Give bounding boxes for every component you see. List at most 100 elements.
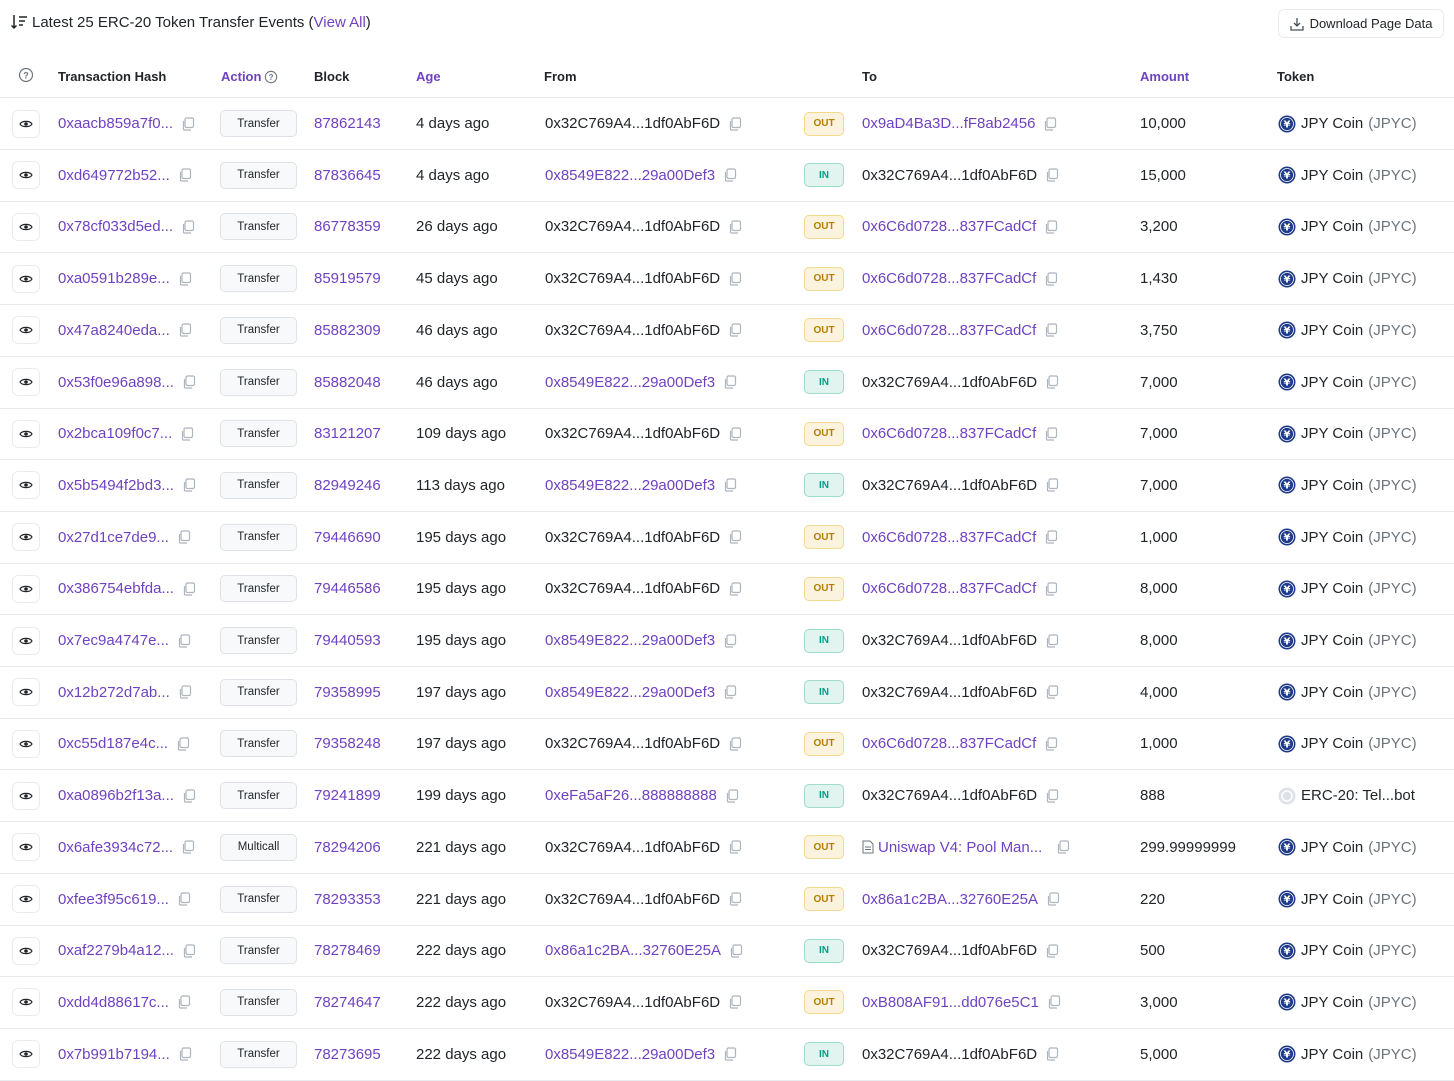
- copy-icon[interactable]: [728, 840, 742, 854]
- view-all-link[interactable]: View All: [314, 14, 366, 31]
- to-address-link[interactable]: 0x9aD4Ba3D...fF8ab2456: [862, 115, 1035, 132]
- copy-icon[interactable]: [723, 1047, 737, 1061]
- block-link[interactable]: 83121207: [314, 425, 381, 442]
- copy-icon[interactable]: [178, 271, 192, 286]
- view-details-button[interactable]: [12, 936, 40, 965]
- copy-icon[interactable]: [723, 168, 737, 182]
- copy-icon[interactable]: [181, 220, 195, 234]
- token-name[interactable]: JPY Coin: [1301, 529, 1363, 546]
- to-address-link[interactable]: 0x6C6d0728...837FCadCf: [862, 322, 1036, 339]
- from-address-link[interactable]: 0x8549E822...29a00Def3: [545, 167, 715, 184]
- token-name[interactable]: JPY Coin: [1301, 322, 1363, 339]
- to-address-link[interactable]: 0x6C6d0728...837FCadCf: [862, 270, 1036, 287]
- token-name[interactable]: JPY Coin: [1301, 891, 1363, 908]
- block-link[interactable]: 78278469: [314, 942, 381, 959]
- tx-hash-link[interactable]: 0xd649772b52...: [58, 167, 170, 184]
- tx-hash-link[interactable]: 0x5b5494f2bd3...: [58, 477, 174, 494]
- copy-icon[interactable]: [178, 1047, 192, 1061]
- copy-icon[interactable]: [728, 220, 742, 234]
- from-address-link[interactable]: 0x8549E822...29a00Def3: [545, 684, 715, 701]
- block-link[interactable]: 85882048: [314, 374, 381, 391]
- token-name[interactable]: JPY Coin: [1301, 684, 1363, 701]
- help-circle-icon[interactable]: ?: [18, 67, 34, 83]
- token-cell[interactable]: ¥ JPY Coin (JPYC): [1278, 460, 1417, 511]
- from-address-link[interactable]: 0x8549E822...29a00Def3: [545, 374, 715, 391]
- token-name[interactable]: JPY Coin: [1301, 218, 1363, 235]
- from-address-link[interactable]: 0x8549E822...29a00Def3: [545, 1046, 715, 1063]
- token-name[interactable]: JPY Coin: [1301, 425, 1363, 442]
- block-link[interactable]: 78273695: [314, 1046, 381, 1063]
- copy-icon[interactable]: [728, 892, 742, 906]
- tx-hash-link[interactable]: 0x12b272d7ab...: [58, 684, 170, 701]
- copy-icon[interactable]: [723, 685, 737, 699]
- token-name[interactable]: JPY Coin: [1301, 270, 1363, 287]
- to-address-link[interactable]: 0x6C6d0728...837FCadCf: [862, 425, 1036, 442]
- copy-icon[interactable]: [1044, 220, 1058, 234]
- token-name[interactable]: JPY Coin: [1301, 632, 1363, 649]
- copy-icon[interactable]: [1045, 633, 1059, 648]
- to-address-link[interactable]: 0x6C6d0728...837FCadCf: [862, 735, 1036, 752]
- token-cell[interactable]: ¥ JPY Coin (JPYC): [1278, 1029, 1417, 1080]
- token-name[interactable]: JPY Coin: [1301, 115, 1363, 132]
- token-cell[interactable]: ¥ JPY Coin (JPYC): [1278, 408, 1417, 459]
- from-address-link[interactable]: 0x8549E822...29a00Def3: [545, 477, 715, 494]
- view-details-button[interactable]: [12, 212, 40, 241]
- view-details-button[interactable]: [12, 523, 40, 552]
- token-name[interactable]: JPY Coin: [1301, 942, 1363, 959]
- token-name[interactable]: JPY Coin: [1301, 477, 1363, 494]
- copy-icon[interactable]: [728, 323, 742, 337]
- copy-icon[interactable]: [182, 478, 196, 492]
- copy-icon[interactable]: [723, 375, 737, 389]
- block-link[interactable]: 87836645: [314, 167, 381, 184]
- tx-hash-link[interactable]: 0x6afe3934c72...: [58, 839, 173, 856]
- to-address-link[interactable]: Uniswap V4: Pool Man...: [878, 839, 1042, 856]
- from-address-link[interactable]: 0xeFa5aF26...888888888: [545, 787, 717, 804]
- copy-icon[interactable]: [1045, 788, 1059, 803]
- copy-icon[interactable]: [1047, 995, 1061, 1009]
- tx-hash-link[interactable]: 0x2bca109f0c7...: [58, 425, 172, 442]
- token-name[interactable]: JPY Coin: [1301, 580, 1363, 597]
- copy-icon[interactable]: [1044, 582, 1058, 596]
- tx-hash-link[interactable]: 0x78cf033d5ed...: [58, 218, 173, 235]
- to-address-link[interactable]: 0x86a1c2BA...32760E25A: [862, 891, 1038, 908]
- token-name[interactable]: JPY Coin: [1301, 839, 1363, 856]
- copy-icon[interactable]: [177, 892, 191, 906]
- copy-icon[interactable]: [181, 840, 195, 854]
- view-details-button[interactable]: [12, 368, 40, 396]
- copy-icon[interactable]: [723, 478, 737, 492]
- token-name[interactable]: JPY Coin: [1301, 735, 1363, 752]
- copy-icon[interactable]: [728, 116, 742, 131]
- copy-icon[interactable]: [182, 375, 196, 389]
- token-cell[interactable]: ¥ JPY Coin (JPYC): [1278, 563, 1417, 614]
- token-cell[interactable]: ¥ JPY Coin (JPYC): [1278, 357, 1417, 408]
- view-details-button[interactable]: [12, 988, 40, 1017]
- copy-icon[interactable]: [1045, 375, 1059, 389]
- copy-icon[interactable]: [728, 995, 742, 1009]
- copy-icon[interactable]: [181, 116, 195, 131]
- view-details-button[interactable]: [12, 729, 40, 758]
- token-cell[interactable]: ERC-20: Tel...bot: [1278, 770, 1415, 821]
- token-cell[interactable]: ¥ JPY Coin (JPYC): [1278, 667, 1417, 718]
- block-link[interactable]: 82949246: [314, 477, 381, 494]
- view-details-button[interactable]: [12, 678, 40, 707]
- block-link[interactable]: 79358248: [314, 735, 381, 752]
- block-link[interactable]: 78274647: [314, 994, 381, 1011]
- view-details-button[interactable]: [12, 109, 40, 138]
- block-link[interactable]: 79358995: [314, 684, 381, 701]
- tx-hash-link[interactable]: 0xa0896b2f13a...: [58, 787, 174, 804]
- block-link[interactable]: 78294206: [314, 839, 381, 856]
- to-address-link[interactable]: 0x6C6d0728...837FCadCf: [862, 580, 1036, 597]
- token-cell[interactable]: ¥ JPY Coin (JPYC): [1278, 150, 1417, 201]
- view-details-button[interactable]: [12, 419, 40, 448]
- copy-icon[interactable]: [182, 582, 196, 596]
- column-action[interactable]: Action ?: [221, 69, 278, 84]
- to-address-link[interactable]: 0x6C6d0728...837FCadCf: [862, 529, 1036, 546]
- view-details-button[interactable]: [12, 833, 40, 862]
- copy-icon[interactable]: [182, 944, 196, 958]
- tx-hash-link[interactable]: 0xa0591b289e...: [58, 270, 170, 287]
- tx-hash-link[interactable]: 0xc55d187e4c...: [58, 735, 168, 752]
- tx-hash-link[interactable]: 0xaacb859a7f0...: [58, 115, 173, 132]
- copy-icon[interactable]: [1045, 1047, 1059, 1061]
- token-name[interactable]: JPY Coin: [1301, 167, 1363, 184]
- copy-icon[interactable]: [728, 271, 742, 286]
